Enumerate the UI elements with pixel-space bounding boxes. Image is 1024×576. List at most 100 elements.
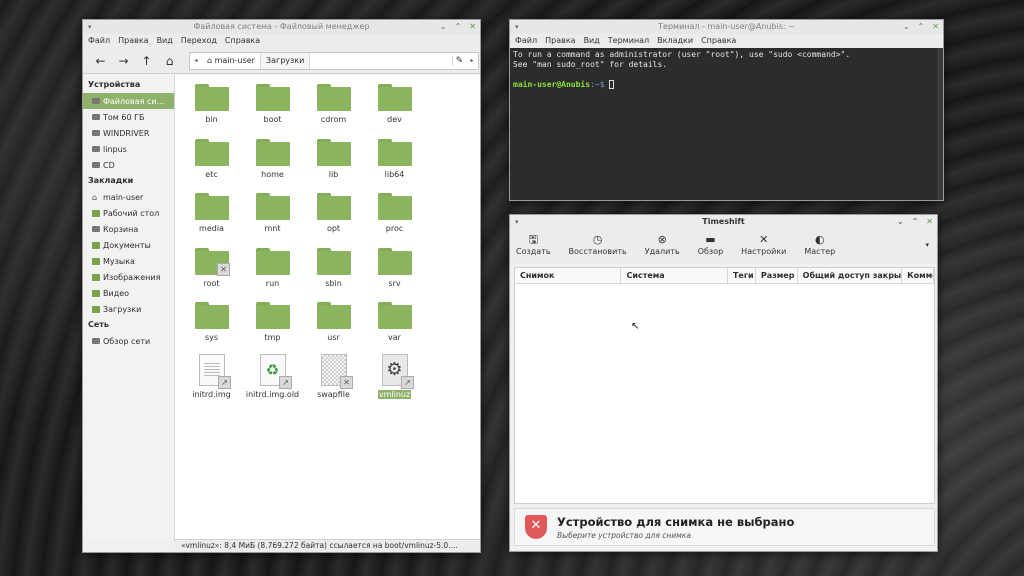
sidebar-item[interactable]: Файловая си... — [83, 93, 174, 109]
edit-path-icon[interactable]: ✎ — [452, 55, 466, 66]
back-arrow-icon[interactable]: ← — [89, 51, 112, 71]
file-item[interactable]: ✕ swapfile — [303, 353, 364, 409]
close-icon[interactable]: ✕ — [469, 20, 476, 34]
folder-item[interactable]: cdrom — [303, 81, 364, 136]
sidebar-item[interactable]: CD — [83, 157, 174, 173]
folder-item[interactable]: lib — [303, 136, 364, 191]
folder-item[interactable]: proc — [364, 190, 425, 245]
sidebar-item[interactable]: ⌂ main-user — [83, 189, 174, 205]
window-menu-icon[interactable]: ▾ — [88, 20, 92, 34]
timeshift-button-5[interactable]: ◐ Мастер — [804, 233, 835, 256]
timeshift-button-0[interactable]: 🖫 Создать — [516, 233, 551, 256]
folder-item[interactable]: sys — [181, 299, 242, 354]
terminal-scrollbar[interactable] — [937, 48, 943, 200]
menu-view[interactable]: Вид — [157, 34, 173, 48]
folder-item[interactable]: opt — [303, 190, 364, 245]
minimize-icon[interactable]: ⌄ — [440, 20, 447, 34]
file-item[interactable]: ♻ ↗ initrd.img.old — [242, 353, 303, 409]
folder-item[interactable]: run — [242, 245, 303, 300]
menu-file[interactable]: Файл — [88, 34, 110, 48]
file-item[interactable]: ⚙ ↗ vmlinuz — [364, 353, 425, 409]
folder-item[interactable]: ✕ root — [181, 245, 242, 300]
sidebar-item[interactable]: Документы — [83, 237, 174, 253]
timeshift-button-4[interactable]: ✕ Настройки — [741, 233, 786, 256]
menu-terminal[interactable]: Терминал — [608, 34, 649, 48]
column-header[interactable]: Система — [621, 268, 728, 283]
file-item[interactable]: ↗ initrd.img — [181, 353, 242, 409]
menu-go[interactable]: Переход — [181, 34, 217, 48]
file-name-label: sbin — [325, 278, 342, 288]
fm-titlebar[interactable]: ▾ Файловая система - Файловый менеджер ⌄… — [83, 20, 480, 34]
column-header[interactable]: Размер — [756, 268, 798, 283]
breadcrumb-downloads[interactable]: Загрузки — [260, 52, 311, 69]
menu-edit[interactable]: Правка — [545, 34, 575, 48]
timeshift-button-2[interactable]: ⊗ Удалить — [645, 233, 680, 256]
menu-view[interactable]: Вид — [584, 34, 600, 48]
minimize-icon[interactable]: ⌄ — [903, 20, 910, 34]
sidebar-item[interactable]: Обзор сети — [83, 333, 174, 349]
maximize-icon[interactable]: ⌃ — [912, 215, 919, 229]
menu-help[interactable]: Справка — [701, 34, 736, 48]
folder-item[interactable]: boot — [242, 81, 303, 136]
sidebar-item[interactable]: Загрузки — [83, 301, 174, 317]
symlink-badge-icon: ↗ — [218, 375, 231, 389]
path-scroll-left-icon[interactable]: ◂ — [190, 57, 202, 64]
menu-help[interactable]: Справка — [225, 34, 260, 48]
folder-item[interactable]: var — [364, 299, 425, 354]
menu-tabs[interactable]: Вкладки — [657, 34, 693, 48]
sidebar-item[interactable]: Том 60 ГБ — [83, 109, 174, 125]
sidebar-item[interactable]: Рабочий стол — [83, 205, 174, 221]
maximize-icon[interactable]: ⌃ — [455, 20, 462, 34]
folder-item[interactable]: tmp — [242, 299, 303, 354]
minimize-icon[interactable]: ⌄ — [897, 215, 904, 229]
timeshift-button-label: Мастер — [804, 247, 836, 256]
window-menu-icon[interactable]: ▾ — [515, 20, 519, 34]
folder-item[interactable]: lib64 — [364, 136, 425, 191]
folder-item[interactable]: home — [242, 136, 303, 191]
folder-item[interactable]: dev — [364, 81, 425, 136]
menu-file[interactable]: Файл — [515, 34, 537, 48]
sidebar-header-bookmarks: Закладки — [88, 176, 134, 185]
sidebar-item[interactable]: Корзина — [83, 221, 174, 237]
breadcrumb-home[interactable]: ⌂ main-user — [202, 52, 261, 69]
sidebar-item[interactable]: Музыка — [83, 253, 174, 269]
folder-item[interactable]: media — [181, 190, 242, 245]
sidebar-item[interactable]: linpus — [83, 141, 174, 157]
folder-item[interactable]: usr — [303, 299, 364, 354]
sidebar-item[interactable]: Видео — [83, 285, 174, 301]
terminal-screen[interactable]: To run a command as administrator (user … — [510, 48, 943, 200]
locked-badge-icon: ✕ — [217, 262, 230, 276]
sidebar-item-label: Изображения — [103, 272, 161, 282]
close-icon[interactable]: ✕ — [932, 20, 939, 34]
column-header[interactable]: Снимок — [515, 268, 622, 283]
timeshift-titlebar[interactable]: ▾ Timeshift ⌄ ⌃ ✕ — [510, 215, 937, 229]
sidebar-item-label: Обзор сети — [103, 336, 151, 346]
column-header[interactable]: Комме — [902, 268, 934, 283]
folder-item[interactable]: etc — [181, 136, 242, 191]
forward-arrow-icon[interactable]: → — [112, 51, 135, 71]
column-header[interactable]: Теги — [728, 268, 756, 283]
menu-edit[interactable]: Правка — [118, 34, 148, 48]
folder-item[interactable]: sbin — [303, 245, 364, 300]
folder-icon — [92, 241, 100, 249]
sidebar-item[interactable]: WINDRIVER — [83, 125, 174, 141]
delete-icon: ⊗ — [657, 233, 667, 246]
terminal-titlebar[interactable]: ▾ Терминал - main-user@Anubis: ~ ⌄ ⌃ ✕ — [510, 20, 943, 34]
home-icon[interactable]: ⌂ — [158, 51, 181, 71]
close-icon[interactable]: ✕ — [926, 215, 933, 229]
more-options-icon[interactable]: ▾ — [925, 233, 929, 249]
folder-item[interactable]: bin — [181, 81, 242, 136]
file-name-label: boot — [263, 115, 282, 124]
folder-item[interactable]: mnt — [242, 190, 303, 245]
terminal-line: To run a command as administrator (user … — [513, 50, 851, 59]
timeshift-button-3[interactable]: ▬ Обзор — [698, 233, 723, 256]
folder-item[interactable]: srv — [364, 245, 425, 300]
column-header[interactable]: Общий доступ закрыт — [798, 268, 903, 283]
snapshot-table[interactable]: Снимок Система Теги Размер Общий доступ закр… — [514, 267, 935, 504]
timeshift-button-1[interactable]: ◷ Восстановить — [569, 233, 627, 256]
path-scroll-right-icon[interactable]: ▸ — [466, 57, 478, 64]
window-menu-icon[interactable]: ▾ — [515, 215, 519, 229]
up-arrow-icon[interactable]: ↑ — [135, 51, 158, 71]
maximize-icon[interactable]: ⌃ — [918, 20, 925, 34]
sidebar-item[interactable]: Изображения — [83, 269, 174, 285]
